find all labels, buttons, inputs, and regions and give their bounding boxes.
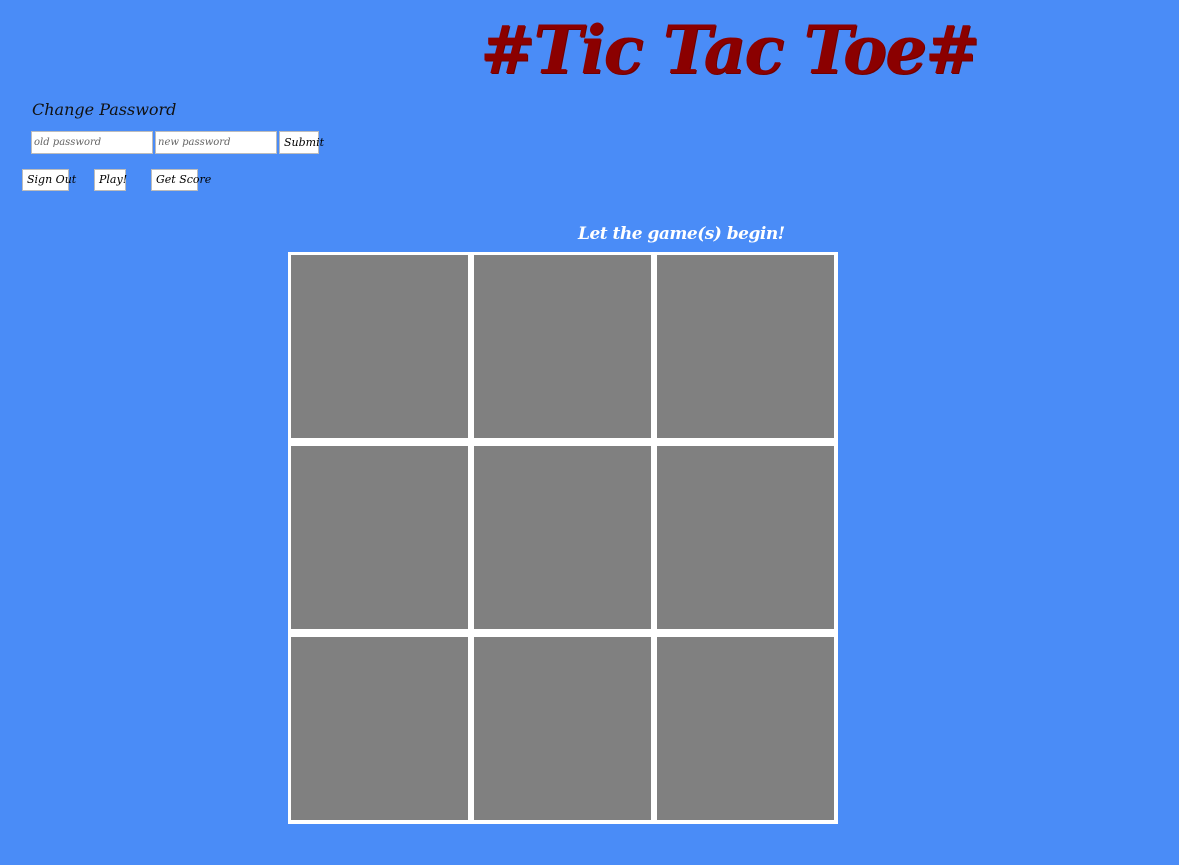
game-board — [288, 252, 838, 824]
change-password-form: Submit — [31, 131, 324, 154]
board-cell-8[interactable] — [657, 637, 834, 820]
change-password-heading: Change Password — [32, 100, 177, 119]
board-cell-4[interactable] — [474, 446, 651, 629]
sign-out-button[interactable]: Sign Out — [22, 169, 76, 191]
board-cell-5[interactable] — [657, 446, 834, 629]
get-score-button[interactable]: Get Score — [151, 169, 211, 191]
old-password-input[interactable] — [31, 131, 153, 154]
play-button[interactable]: Play! — [94, 169, 127, 191]
board-cell-0[interactable] — [291, 255, 468, 438]
board-cell-1[interactable] — [474, 255, 651, 438]
board-cell-3[interactable] — [291, 446, 468, 629]
board-cell-6[interactable] — [291, 637, 468, 820]
new-password-input[interactable] — [155, 131, 277, 154]
submit-password-button[interactable]: Submit — [279, 131, 324, 154]
game-message: Let the game(s) begin! — [578, 224, 785, 244]
board-cell-2[interactable] — [657, 255, 834, 438]
board-cell-7[interactable] — [474, 637, 651, 820]
page-title: #Tic Tac Toe# — [480, 11, 980, 89]
